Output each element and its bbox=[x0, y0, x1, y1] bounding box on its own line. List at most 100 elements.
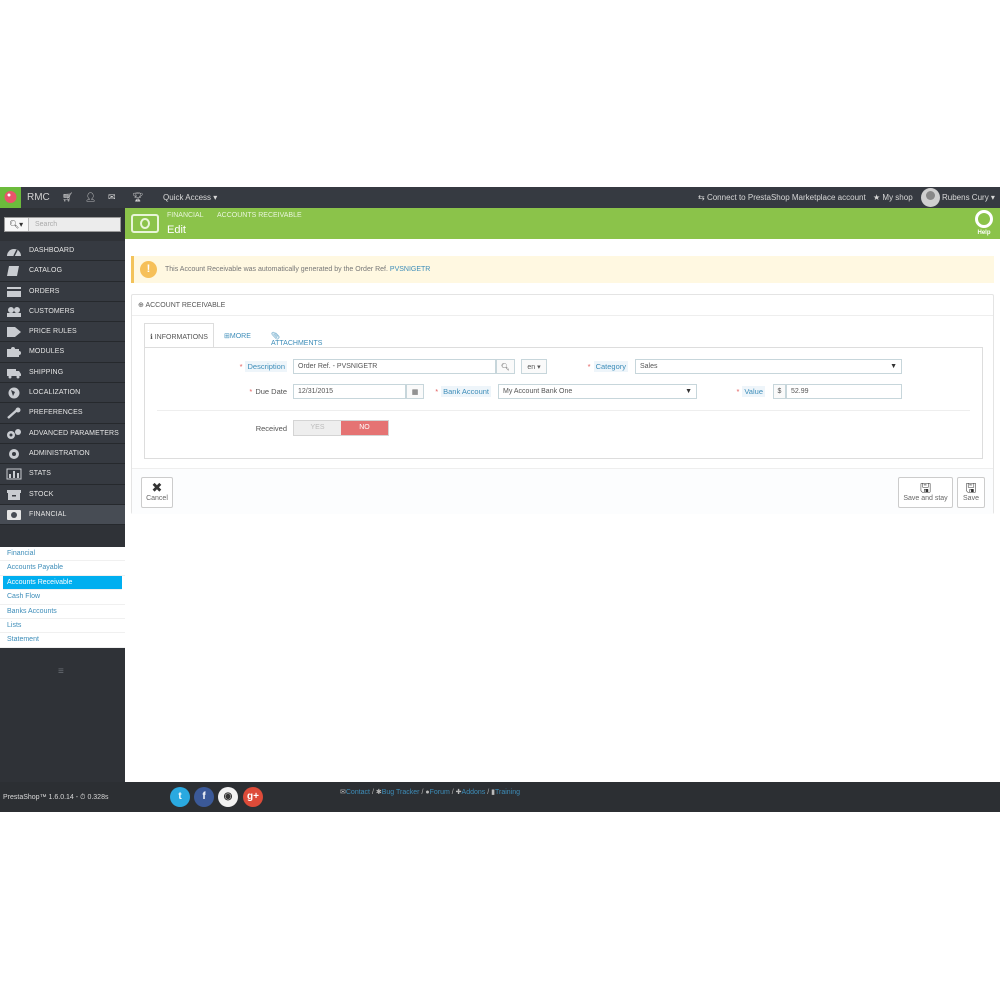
save-and-stay-label: Save and stay bbox=[903, 495, 948, 502]
submenu-item-statement[interactable]: Statement bbox=[0, 633, 125, 648]
prestashop-logo[interactable] bbox=[0, 187, 21, 208]
page-title: Edit bbox=[167, 224, 186, 236]
wrench-icon bbox=[7, 407, 21, 420]
twitter-icon[interactable]: t bbox=[170, 787, 190, 807]
search-input[interactable]: Search bbox=[35, 221, 57, 228]
sidebar-item-customers[interactable]: CUSTOMERS bbox=[0, 301, 125, 323]
quick-access-menu[interactable]: Quick Access ▾ bbox=[163, 193, 217, 202]
addons-link[interactable]: Addons bbox=[462, 789, 486, 796]
sidebar-item-catalog[interactable]: CATALOG bbox=[0, 261, 125, 282]
submenu-item-cash-flow[interactable]: Cash Flow bbox=[0, 590, 125, 605]
sidebar-item-label: SHIPPING bbox=[29, 368, 64, 376]
sidebar-item-label: ORDERS bbox=[29, 287, 60, 295]
sidebar-item-preferences[interactable]: PREFERENCES bbox=[0, 403, 125, 424]
sidebar-item-dashboard[interactable]: DASHBOARD bbox=[0, 241, 125, 262]
save-button[interactable]: 🖫 Save bbox=[957, 477, 985, 508]
warning-text: This Account Receivable was automaticall… bbox=[165, 266, 430, 273]
value-field[interactable]: 52.99 bbox=[786, 384, 902, 399]
sidebar-item-label: PREFERENCES bbox=[29, 409, 83, 417]
description-field[interactable]: Order Ref. - PVSNIGETR bbox=[293, 359, 496, 374]
warning-icon: ! bbox=[140, 261, 157, 278]
training-link[interactable]: Training bbox=[495, 789, 520, 796]
tab-attachments[interactable]: 📎︎ATTACHMENTS bbox=[271, 323, 322, 348]
sidebar-item-label: FINANCIAL bbox=[29, 510, 67, 518]
search-button[interactable]: 🔍︎ bbox=[496, 359, 515, 374]
sidebar-item-shipping[interactable]: SHIPPING bbox=[0, 362, 125, 384]
sidebar-item-stock[interactable]: STOCK bbox=[0, 484, 125, 505]
archive-icon bbox=[7, 489, 21, 500]
link-icon: ⇆ bbox=[698, 193, 707, 202]
floppy-icon: 🖫 bbox=[919, 480, 932, 495]
my-shop-link[interactable]: ★ My shop bbox=[873, 193, 913, 202]
chevron-down-icon: ▼ bbox=[890, 363, 897, 370]
tab-informations[interactable]: ℹ INFORMATIONS bbox=[144, 323, 214, 348]
panel-heading-label: ACCOUNT RECEIVABLE bbox=[145, 302, 226, 309]
search-type-dropdown[interactable]: 🔍︎▾ bbox=[5, 218, 29, 231]
tab-label: INFORMATIONS bbox=[154, 334, 208, 341]
order-ref-link[interactable]: PVSNIGETR bbox=[390, 266, 430, 273]
search-icon: 🔍︎ bbox=[501, 364, 510, 371]
github-icon[interactable]: ◉ bbox=[218, 787, 238, 807]
tab-label: MORE bbox=[229, 333, 251, 340]
sidebar-item-label: ADVANCED PARAMETERS bbox=[29, 429, 119, 437]
puzzle-icon bbox=[7, 347, 21, 358]
shop-name[interactable]: RMC bbox=[27, 192, 50, 203]
breadcrumb-financial[interactable]: FINANCIAL bbox=[167, 212, 204, 219]
sidebar-item-advanced-parameters[interactable]: ADVANCED PARAMETERS bbox=[0, 423, 125, 444]
bank-account-select[interactable]: My Account Bank One ▼ bbox=[498, 384, 697, 399]
tab-label: ATTACHMENTS bbox=[271, 340, 323, 347]
category-select[interactable]: Sales ▼ bbox=[635, 359, 902, 374]
sidebar-item-price-rules[interactable]: PRICE RULES bbox=[0, 322, 125, 343]
sidebar: 🔍︎▾ Search DASHBOARD CATALOG ORDERS CUST… bbox=[0, 208, 125, 782]
submenu-item-accounts-payable[interactable]: Accounts Payable bbox=[0, 561, 125, 576]
sidebar-item-localization[interactable]: LOCALIZATION bbox=[0, 383, 125, 404]
received-no-option[interactable]: NO bbox=[341, 421, 388, 435]
contact-link[interactable]: Contact bbox=[346, 789, 370, 796]
user-menu[interactable]: Rubens Cury ▾ bbox=[942, 193, 995, 202]
received-yes-option[interactable]: YES bbox=[294, 421, 341, 435]
language-dropdown[interactable]: en ▾ bbox=[521, 359, 547, 374]
trophy-icon[interactable]: 🏆︎ bbox=[132, 192, 143, 203]
bug-tracker-link[interactable]: Bug Tracker bbox=[382, 789, 420, 796]
sidebar-collapse-icon[interactable]: ≡ bbox=[58, 666, 64, 677]
help-button[interactable]: Help bbox=[973, 210, 995, 236]
avatar[interactable] bbox=[921, 188, 940, 207]
breadcrumb-accounts-receivable[interactable]: ACCOUNTS RECEIVABLE bbox=[217, 212, 302, 219]
sidebar-item-financial[interactable]: FINANCIAL bbox=[0, 504, 125, 526]
forum-link[interactable]: Forum bbox=[430, 789, 450, 796]
user-icon[interactable]: 👤︎ bbox=[85, 192, 96, 203]
description-label: * Description bbox=[239, 361, 287, 372]
submenu-item-banks-accounts[interactable]: Banks Accounts bbox=[0, 605, 125, 619]
separator: / bbox=[451, 789, 454, 796]
submenu-item-accounts-receivable[interactable]: Accounts Receivable bbox=[3, 575, 122, 591]
sidebar-item-stats[interactable]: STATS bbox=[0, 464, 125, 485]
sidebar-item-modules[interactable]: MODULES bbox=[0, 342, 125, 363]
floppy-icon: 🖫 bbox=[965, 480, 977, 495]
footer-links: ✉Contact / ✱Bug Tracker / ●Forum / ✚Addo… bbox=[340, 788, 520, 796]
save-and-stay-button[interactable]: 🖫 Save and stay bbox=[898, 477, 953, 508]
chevron-down-icon: ▼ bbox=[685, 388, 692, 395]
received-toggle[interactable]: YES NO bbox=[293, 420, 389, 436]
marketplace-connect-link[interactable]: ⇆ Connect to PrestaShop Marketplace acco… bbox=[698, 193, 866, 202]
sidebar-item-label: ADMINISTRATION bbox=[29, 449, 90, 457]
calendar-button[interactable]: ▦ bbox=[406, 384, 424, 399]
bank-account-value: My Account Bank One bbox=[503, 388, 573, 395]
sidebar-item-administration[interactable]: ADMINISTRATION bbox=[0, 443, 125, 465]
envelope-icon[interactable]: ✉ bbox=[108, 192, 116, 203]
submenu-item-financial[interactable]: Financial bbox=[0, 547, 125, 562]
panel-footer: ✖ Cancel 🖫 Save and stay 🖫 Save bbox=[132, 468, 993, 514]
calendar-icon: ▦ bbox=[411, 389, 419, 396]
tab-more[interactable]: ⊞MORE bbox=[224, 323, 251, 348]
due-date-field[interactable]: 12/31/2015 bbox=[293, 384, 406, 399]
version-info: PrestaShop™ 1.6.0.14 - ⏱ 0.328s bbox=[3, 794, 109, 801]
sidebar-item-orders[interactable]: ORDERS bbox=[0, 281, 125, 302]
cancel-button[interactable]: ✖ Cancel bbox=[141, 477, 173, 508]
google-plus-icon[interactable]: g+ bbox=[243, 787, 263, 807]
cart-icon[interactable]: 🛒︎ bbox=[62, 192, 73, 203]
page-header: FINANCIAL ACCOUNTS RECEIVABLE Edit Help bbox=[125, 208, 1000, 239]
facebook-icon[interactable]: f bbox=[194, 787, 214, 807]
my-shop-label: My shop bbox=[882, 193, 913, 202]
warning-alert: ! This Account Receivable was automatica… bbox=[131, 256, 994, 283]
search-box: 🔍︎▾ Search bbox=[4, 217, 121, 232]
submenu-item-lists[interactable]: Lists bbox=[0, 619, 125, 634]
